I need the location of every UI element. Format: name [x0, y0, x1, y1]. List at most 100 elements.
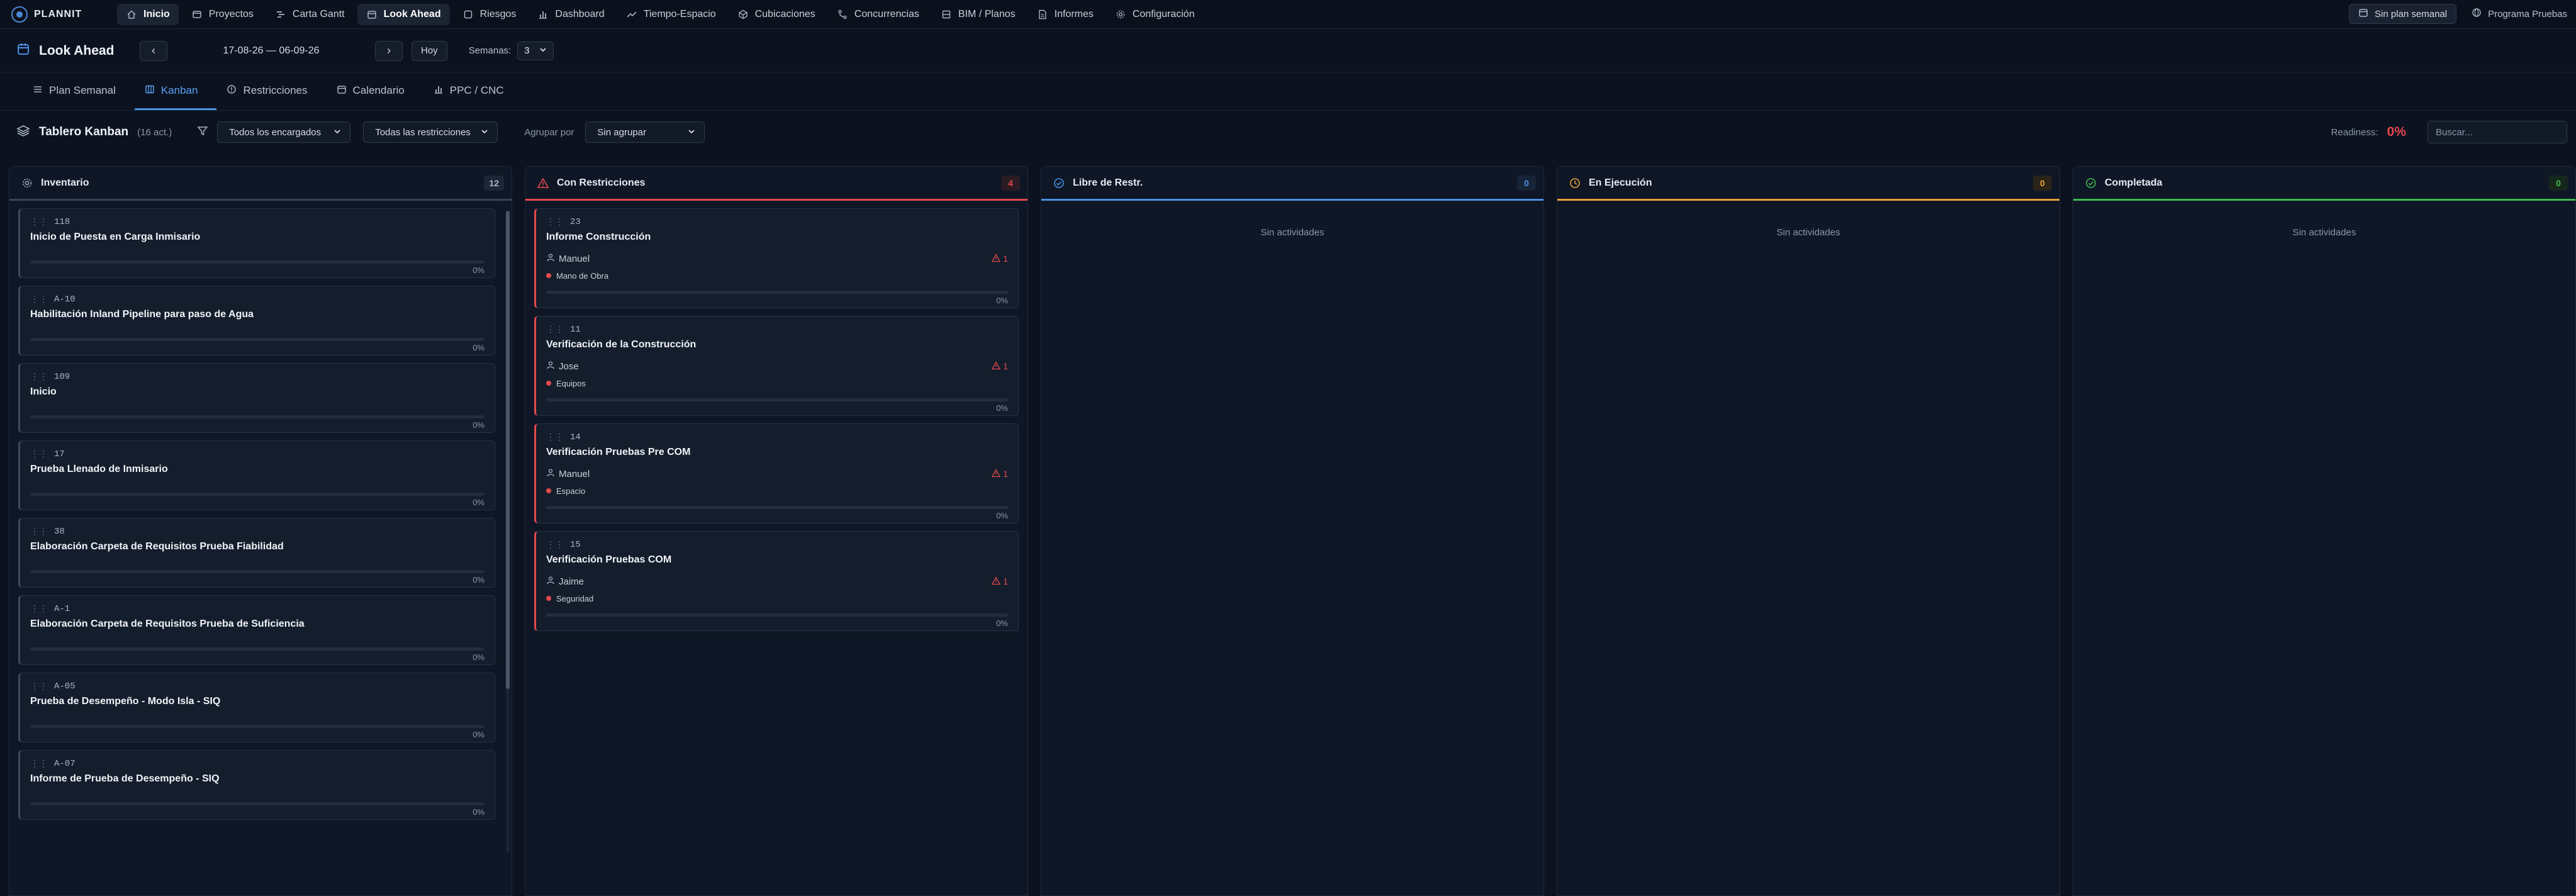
- kanban-icon: [145, 84, 155, 98]
- activity-title: Verificación Pruebas Pre COM: [546, 447, 691, 457]
- column-title: Libre de Restr.: [1073, 177, 1143, 188]
- group-by-select[interactable]: Sin agrupar: [585, 121, 705, 143]
- activity-card[interactable]: ⋮⋮ 118 Inicio de Puesta en Carga Inmisario…: [18, 208, 495, 278]
- drag-handle-icon[interactable]: ⋮⋮: [546, 217, 564, 228]
- activity-card[interactable]: ⋮⋮ A-1 Elaboración Carpeta de Requisitos P…: [18, 595, 495, 665]
- activity-id: 109: [54, 372, 70, 382]
- program-button[interactable]: Programa Pruebas: [2472, 8, 2567, 20]
- gear-icon: [1115, 9, 1126, 20]
- nav-item-riesgos[interactable]: Riesgos: [454, 4, 525, 25]
- activity-title: Habilitación Inland Pipeline para paso d…: [30, 309, 254, 320]
- activity-id: 11: [570, 325, 581, 335]
- progress-percent: 0%: [473, 575, 484, 585]
- nav-item-look-ahead[interactable]: Look Ahead: [357, 3, 450, 25]
- activity-card[interactable]: ⋮⋮ A-10 Habilitación Inland Pipeline para …: [18, 286, 495, 356]
- activity-card[interactable]: ⋮⋮ A-07 Informe de Prueba de Desempeño - S…: [18, 750, 495, 820]
- check-circle-icon: [1053, 177, 1065, 189]
- card-meta: Jaime 1: [546, 574, 1008, 588]
- drag-handle-icon[interactable]: ⋮⋮: [546, 540, 564, 551]
- drag-handle-icon[interactable]: ⋮⋮: [546, 325, 564, 335]
- weeks-label: Semanas:: [468, 45, 512, 56]
- assignee-name: Manuel: [559, 253, 590, 264]
- today-button[interactable]: Hoy: [412, 40, 447, 61]
- list-icon: [33, 84, 43, 98]
- assignee: Manuel: [546, 468, 590, 479]
- brand[interactable]: PLANNIT: [0, 6, 117, 23]
- drag-handle-icon[interactable]: ⋮⋮: [30, 449, 48, 460]
- nav-item-label: Tiempo-Espacio: [643, 8, 716, 20]
- restriction-filter-select[interactable]: Todas las restricciones: [363, 121, 498, 143]
- tab-calendario[interactable]: Calendario: [327, 73, 423, 110]
- nav-item-tiempo-espacio[interactable]: Tiempo-Espacio: [617, 4, 725, 25]
- assignee-filter-select[interactable]: Todos los encargados: [217, 121, 351, 143]
- weekly-plan-button[interactable]: Sin plan semanal: [2349, 4, 2457, 24]
- card-list: ⋮⋮ 118 Inicio de Puesta en Carga Inmisario…: [9, 201, 512, 820]
- activity-id: 14: [570, 432, 581, 442]
- activity-card[interactable]: ⋮⋮ 23 Informe Construcción Manuel 1 Mano de O…: [534, 208, 1019, 308]
- next-period-button[interactable]: ›: [375, 40, 403, 61]
- activity-card[interactable]: ⋮⋮ 14 Verificación Pruebas Pre COM Manuel 1 E…: [534, 423, 1019, 524]
- readiness-value: 0%: [2387, 125, 2406, 139]
- assignee: Manuel: [546, 253, 590, 264]
- drag-handle-icon[interactable]: ⋮⋮: [30, 604, 48, 615]
- column-header: Completada 0: [2073, 167, 2575, 201]
- user-icon: [546, 361, 555, 372]
- bar-chart-icon: [537, 9, 549, 20]
- column-count-badge: 12: [484, 175, 504, 191]
- calendar-icon: [366, 9, 378, 20]
- progress-percent: 0%: [473, 652, 484, 662]
- progress-percent: 0%: [473, 343, 484, 352]
- assignee-name: Jaime: [559, 576, 585, 587]
- drag-handle-icon[interactable]: ⋮⋮: [30, 372, 48, 383]
- weeks-select[interactable]: 3: [517, 41, 554, 60]
- drag-handle-icon[interactable]: ⋮⋮: [30, 681, 48, 692]
- drag-handle-icon[interactable]: ⋮⋮: [30, 294, 48, 305]
- progress-percent: 0%: [996, 511, 1008, 520]
- activity-id: A-05: [54, 681, 76, 692]
- nav-item-label: Concurrencias: [854, 8, 919, 20]
- tab-label: Plan Semanal: [49, 84, 116, 96]
- drag-handle-icon[interactable]: ⋮⋮: [30, 759, 48, 770]
- activity-card[interactable]: ⋮⋮ 11 Verificación de la Construcción Jose 1…: [534, 316, 1019, 416]
- tab-restricciones[interactable]: Restricciones: [216, 73, 326, 110]
- search-input[interactable]: [2428, 121, 2567, 143]
- nav-item-cubicaciones[interactable]: Cubicaciones: [729, 4, 824, 25]
- activity-card[interactable]: ⋮⋮ 109 Inicio 0%: [18, 363, 495, 433]
- activity-card[interactable]: ⋮⋮ 15 Verificación Pruebas COM Jaime 1 Seguri…: [534, 531, 1019, 631]
- card-id-row: ⋮⋮ 109: [30, 370, 484, 384]
- kanban-board: Inventario 12 ⋮⋮ 118 Inicio de Puesta en Car…: [9, 166, 2576, 896]
- square-icon: [462, 9, 474, 20]
- nav-item-bim-planos[interactable]: BIM / Planos: [932, 4, 1024, 25]
- scrollbar-thumb[interactable]: [506, 211, 510, 689]
- tab-plan-semanal[interactable]: Plan Semanal: [23, 73, 135, 110]
- activity-card[interactable]: ⋮⋮ A-05 Prueba de Desempeño - Modo Isla - …: [18, 673, 495, 742]
- bar-chart-icon: [434, 84, 444, 98]
- board-title: Tablero Kanban (16 act.): [16, 124, 172, 141]
- activity-card[interactable]: ⋮⋮ 17 Prueba Llenado de Inmisario 0%: [18, 440, 495, 510]
- home-icon: [126, 9, 137, 20]
- nav-item-concurrencias[interactable]: Concurrencias: [828, 4, 928, 25]
- group-by-label: Agrupar por: [524, 126, 574, 138]
- tab-ppc-cnc[interactable]: PPC / CNC: [423, 73, 523, 110]
- drag-handle-icon[interactable]: ⋮⋮: [546, 432, 564, 443]
- activity-id: 23: [570, 217, 581, 227]
- trend-icon: [626, 9, 637, 20]
- nav-item-label: Cubicaciones: [754, 8, 815, 20]
- chevron-down-icon: [539, 45, 547, 56]
- nav-item-configuraci-n[interactable]: Configuración: [1106, 4, 1204, 25]
- nav-item-informes[interactable]: Informes: [1028, 4, 1102, 25]
- nav-item-dashboard[interactable]: Dashboard: [529, 4, 613, 25]
- globe-icon: [2472, 8, 2482, 20]
- nav-item-proyectos[interactable]: Proyectos: [182, 4, 262, 25]
- activity-card[interactable]: ⋮⋮ 38 Elaboración Carpeta de Requisitos Pr…: [18, 518, 495, 588]
- drag-handle-icon[interactable]: ⋮⋮: [30, 217, 48, 228]
- nav-item-inicio[interactable]: Inicio: [117, 3, 179, 25]
- card-meta: Manuel 1: [546, 467, 1008, 481]
- assignee-filter-value: Todos los encargados: [229, 126, 322, 138]
- column-scrollbar[interactable]: [506, 211, 510, 853]
- tab-kanban[interactable]: Kanban: [134, 73, 217, 110]
- nav-item-carta-gantt[interactable]: Carta Gantt: [266, 4, 354, 25]
- previous-period-button[interactable]: ‹: [140, 40, 167, 61]
- column-libre-de-restr: Libre de Restr. 0 Sin actividades: [1041, 166, 1544, 896]
- drag-handle-icon[interactable]: ⋮⋮: [30, 527, 48, 537]
